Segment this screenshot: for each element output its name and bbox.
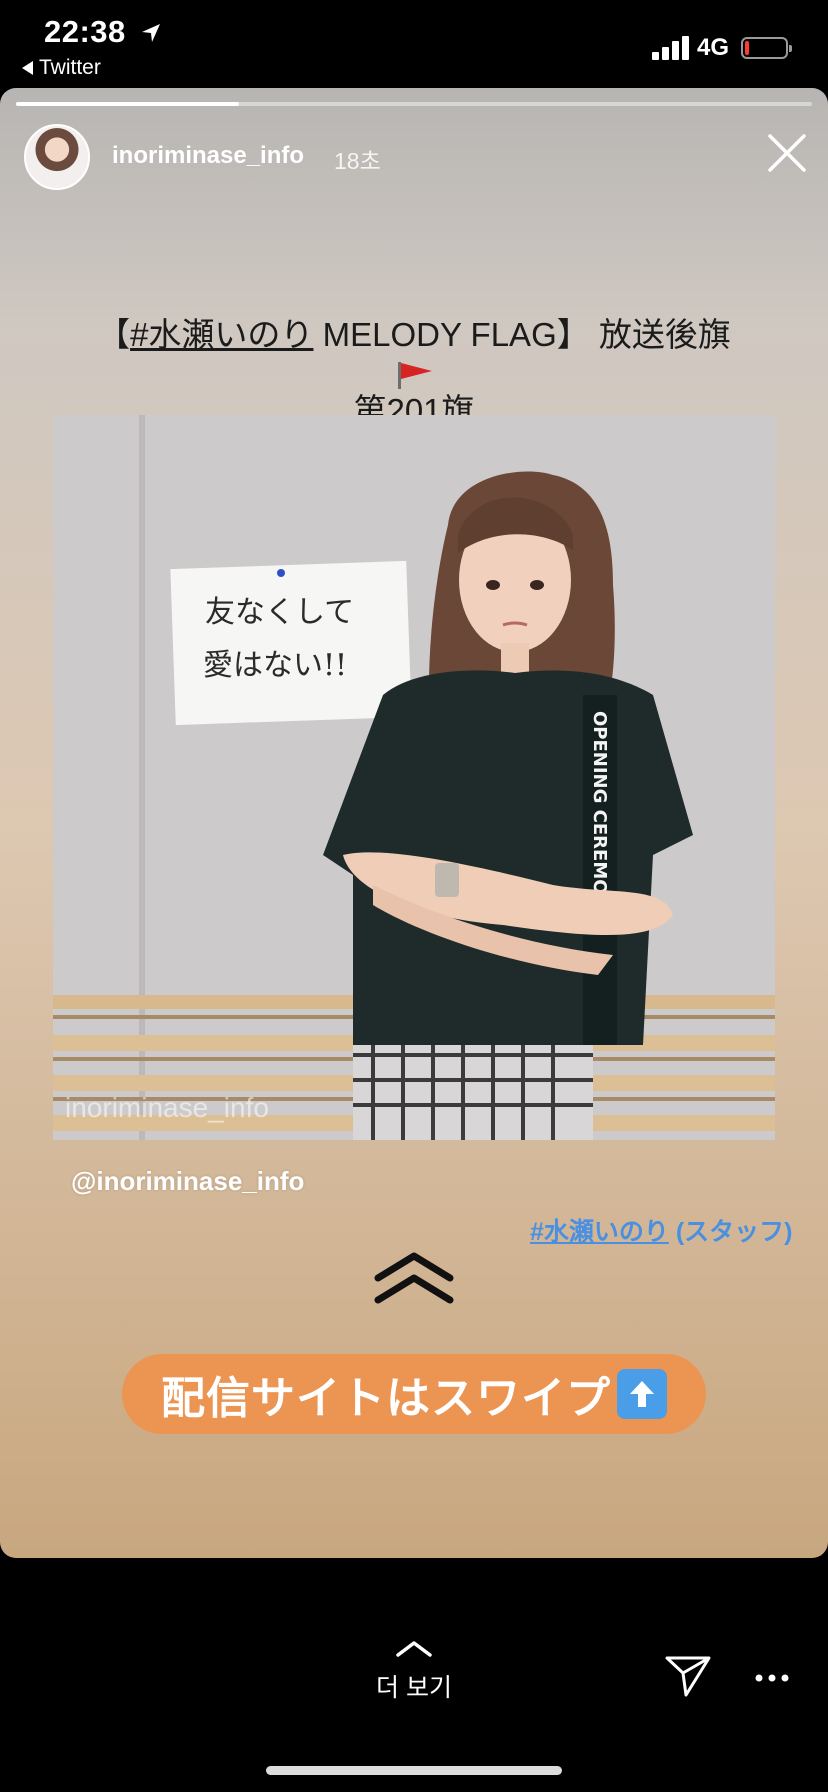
headline-bracket: 【 bbox=[97, 316, 131, 353]
close-icon[interactable] bbox=[764, 130, 810, 176]
status-time: 22:38 bbox=[44, 14, 126, 49]
hashtag-text[interactable]: #水瀬いのり bbox=[530, 1218, 669, 1246]
chevron-up-icon[interactable] bbox=[395, 1638, 433, 1658]
story-progress-fill bbox=[16, 102, 239, 106]
photo-illustration: 友なくして 愛はない!! OPENING CEREMONY bbox=[53, 415, 775, 1140]
hashtag-suffix: (スタッフ) bbox=[668, 1218, 793, 1246]
double-chevron-up-icon bbox=[374, 1252, 454, 1304]
send-icon[interactable] bbox=[664, 1654, 712, 1698]
story-card[interactable]: inoriminase_info 18초 【#水瀬いのり MELODY FLAG… bbox=[0, 88, 828, 1558]
story-time-ago: 18초 bbox=[334, 148, 381, 174]
more-dots-icon[interactable] bbox=[754, 1672, 790, 1684]
back-to-twitter-link[interactable]: Twitter bbox=[22, 56, 101, 80]
swipe-banner-label: 配信サイトはスワイプ bbox=[161, 1374, 611, 1423]
battery-level bbox=[745, 41, 749, 55]
pushpin-icon bbox=[277, 569, 285, 577]
location-arrow-icon bbox=[142, 24, 160, 42]
wristwatch bbox=[435, 863, 459, 897]
signal-bars-icon bbox=[652, 36, 689, 60]
avatar[interactable] bbox=[24, 124, 90, 190]
note-line-2: 愛はない!! bbox=[203, 648, 347, 683]
home-indicator[interactable] bbox=[266, 1766, 562, 1775]
headline-title: MELODY FLAG】 放送後旗 bbox=[313, 316, 731, 353]
story-username[interactable]: inoriminase_info bbox=[112, 142, 304, 170]
paper-note bbox=[170, 560, 412, 726]
hashtag-sticker[interactable]: #水瀬いのり (スタッフ) bbox=[530, 1212, 793, 1248]
network-type: 4G bbox=[697, 34, 730, 61]
headline-line-1: 【#水瀬いのり MELODY FLAG】 放送後旗 bbox=[80, 316, 748, 392]
back-app-label: Twitter bbox=[39, 56, 101, 79]
up-arrow-emoji-icon bbox=[617, 1369, 667, 1419]
story-progress-track bbox=[16, 102, 812, 106]
swipe-up-banner[interactable]: 配信サイトはスワイプ bbox=[122, 1354, 706, 1434]
see-more-button[interactable]: 더 보기 bbox=[360, 1668, 468, 1704]
headline-hashtag[interactable]: #水瀬いのり bbox=[130, 316, 313, 353]
photo-watermark: inoriminase_info bbox=[65, 1092, 269, 1123]
mention-sticker[interactable]: @inoriminase_info bbox=[71, 1166, 304, 1197]
red-flag-icon bbox=[398, 362, 432, 390]
story-photo: 友なくして 愛はない!! OPENING CEREMONY inoriminas… bbox=[53, 415, 775, 1140]
back-triangle-icon bbox=[22, 61, 33, 75]
battery-icon bbox=[741, 37, 792, 59]
note-line-1: 友なくして bbox=[205, 595, 354, 630]
story-headline: 【#水瀬いのり MELODY FLAG】 放送後旗 第201旗 bbox=[80, 316, 748, 430]
